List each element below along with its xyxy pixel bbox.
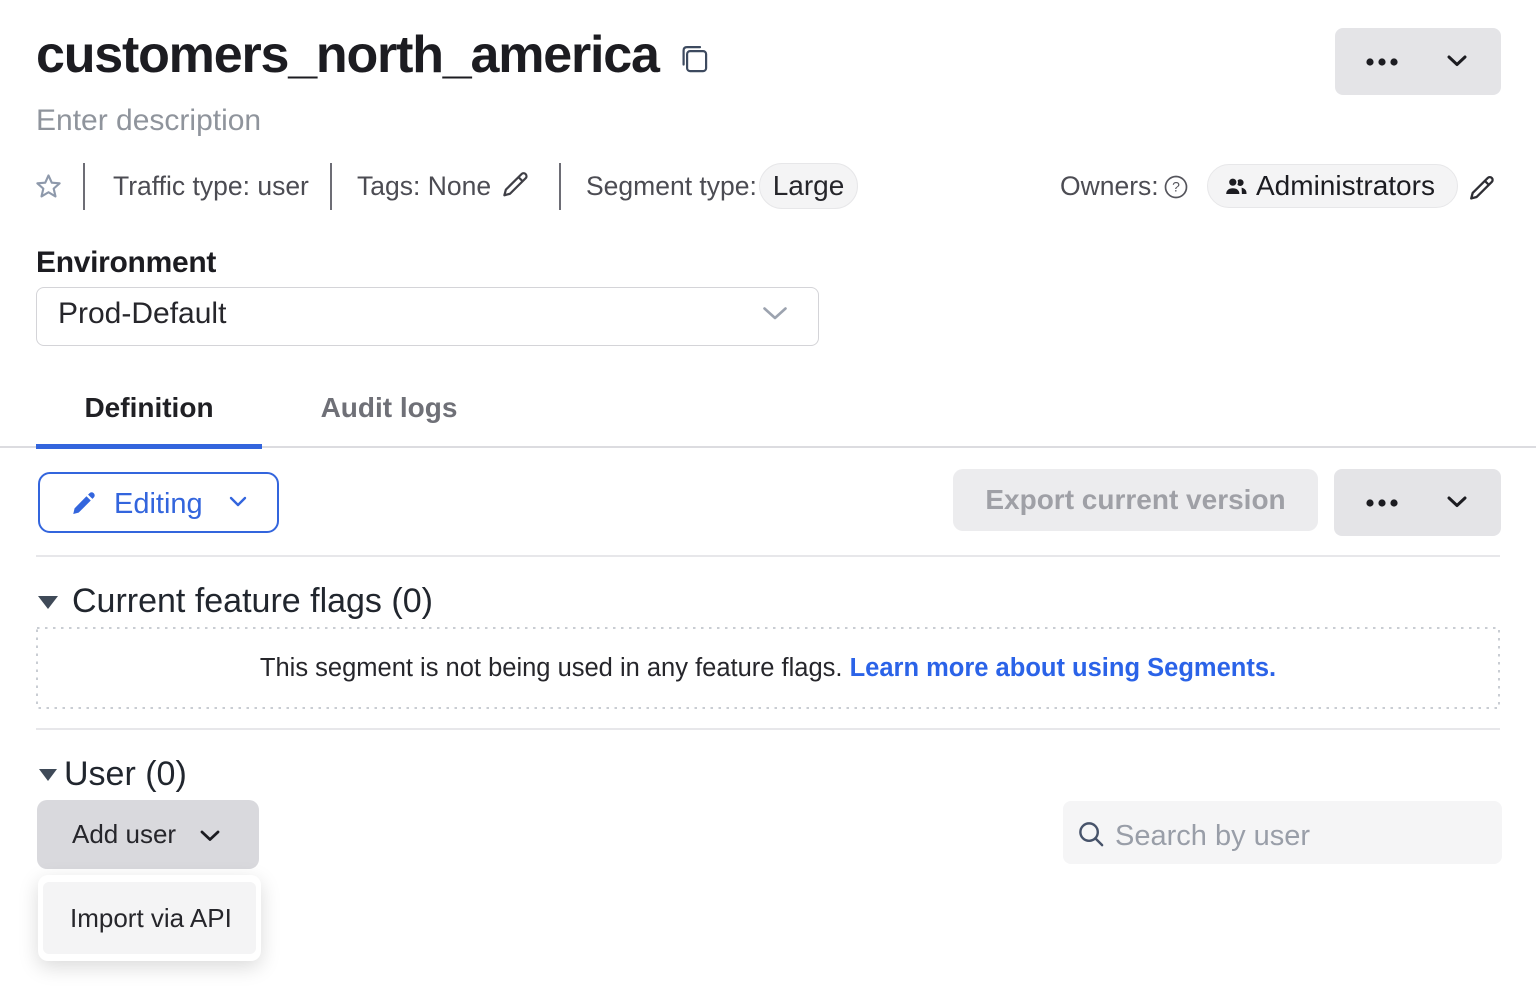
svg-text:?: ? (1172, 179, 1180, 195)
